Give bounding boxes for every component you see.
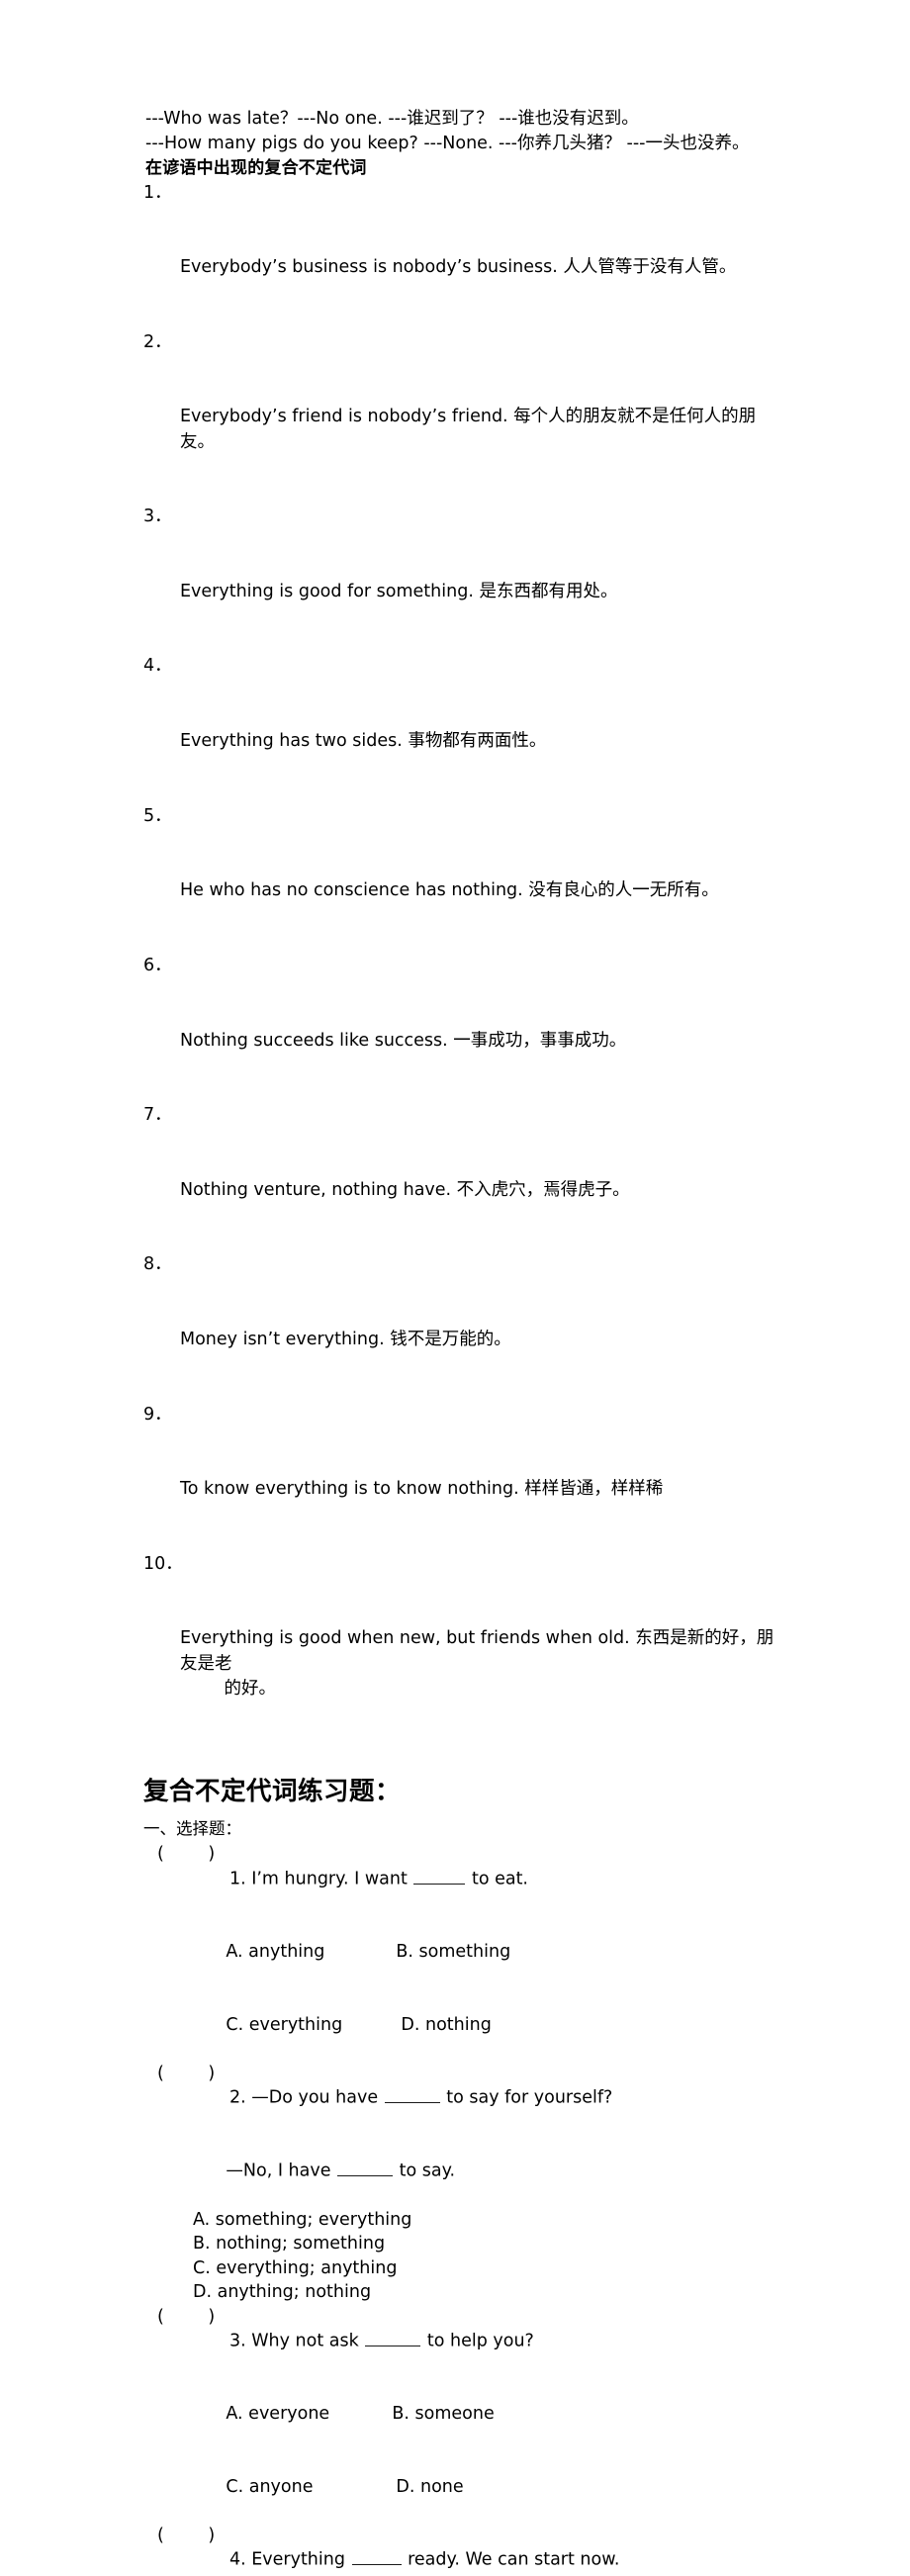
continuation-before: —No, I have: [226, 2161, 337, 2181]
item-text: He who has no conscience has nothing. 没有…: [180, 880, 719, 901]
answer-blank[interactable]: [337, 2159, 394, 2176]
dialogue-line-1: ---Who was late？---No one. ---谁迟到了？ ---谁…: [145, 109, 639, 129]
stem-text-after: to eat.: [466, 1869, 528, 1889]
item-number: 1．: [143, 182, 172, 203]
stem-text-before: 3. Why not ask: [224, 2331, 365, 2351]
dialogue-block: ---Who was late？---No one. ---谁迟到了？ ---谁…: [145, 107, 781, 156]
item-number: 10．: [143, 1553, 183, 1574]
item-text: Everything is good when new, but friends…: [180, 1628, 774, 1699]
question-continuation: —No, I have to say.: [143, 2135, 781, 2208]
list-item: 7． Nothing venture, nothing have. 不入虎穴，焉…: [143, 1103, 781, 1252]
item-number: 8．: [143, 1254, 172, 1275]
question-stem: ( ) 1. I’m hungry. I want to eat.: [143, 1842, 781, 1915]
option-d[interactable]: D. nothing: [401, 2013, 491, 2038]
page-title: 复合不定代词练习题：: [143, 1777, 402, 1807]
question-stem: ( ) 4. Everything ready. We can start no…: [143, 2524, 781, 2576]
answer-bracket[interactable]: ( ): [157, 2062, 215, 2086]
item-text: Nothing succeeds like success. 一事成功，事事成功…: [180, 1030, 627, 1051]
option-a[interactable]: A. something; everything: [193, 2208, 411, 2233]
option-d[interactable]: D. anything; nothing: [193, 2280, 371, 2305]
question-stem: ( ) 2. —Do you have to say for yourself?: [143, 2062, 781, 2135]
option-c[interactable]: C. anyone: [226, 2475, 396, 2500]
item-number: 9．: [143, 1404, 172, 1425]
list-item: 10． Everything is good when new, but fri…: [143, 1552, 781, 1752]
item-text: Everything has two sides. 事物都有两面性。: [180, 731, 547, 752]
stem-text-after: to say for yourself?: [440, 2087, 613, 2108]
question-stem: ( ) 3. Why not ask to help you?: [143, 2305, 781, 2378]
list-item: 5． He who has no conscience has nothing.…: [143, 804, 781, 954]
list-item: 2． Everybody’s friend is nobody’s friend…: [143, 330, 781, 505]
item-number: 6．: [143, 955, 172, 975]
option-d[interactable]: D. none: [396, 2475, 463, 2500]
list-item: 3． Everything is good for something. 是东西…: [143, 505, 781, 654]
answer-bracket[interactable]: ( ): [157, 2305, 215, 2330]
question-1: ( ) 1. I’m hungry. I want to eat. A. any…: [143, 1842, 781, 2061]
item-text: Everybody’s friend is nobody’s friend. 每…: [180, 407, 757, 452]
option-row: D. anything; nothing: [143, 2280, 781, 2305]
question-2: ( ) 2. —Do you have to say for yourself?…: [143, 2062, 781, 2305]
proverbs-section-heading: 在谚语中出现的复合不定代词: [145, 157, 367, 178]
option-b[interactable]: B. nothing; something: [193, 2232, 385, 2256]
item-text: Money isn’t everything. 钱不是万能的。: [180, 1329, 511, 1349]
list-item: 4． Everything has two sides. 事物都有两面性。: [143, 654, 781, 803]
option-b[interactable]: B. someone: [392, 2402, 494, 2427]
option-row: B. nothing; something: [143, 2232, 781, 2256]
option-a[interactable]: A. everyone: [226, 2402, 392, 2427]
document-page: ---Who was late？---No one. ---谁迟到了？ ---谁…: [0, 0, 910, 2570]
list-item: 9． To know everything is to know nothing…: [143, 1403, 781, 1552]
list-item: 8． Money isn’t everything. 钱不是万能的。: [143, 1252, 781, 1402]
item-number: 2．: [143, 331, 172, 352]
option-row: C. anyone D. none: [143, 2450, 781, 2524]
item-text: Everybody’s business is nobody’s busines…: [180, 257, 737, 278]
option-b[interactable]: B. something: [396, 1940, 510, 1965]
item-text: Everything is good for something. 是东西都有用…: [180, 581, 618, 601]
option-row: A. something; everything: [143, 2208, 781, 2233]
part-heading-multiple-choice: 一、选择题：: [143, 1819, 241, 1839]
item-number: 5．: [143, 805, 172, 826]
option-c[interactable]: C. everything; anything: [193, 2256, 397, 2281]
item-number: 7．: [143, 1105, 172, 1126]
item-text: Nothing venture, nothing have. 不入虎穴，焉得虎子…: [180, 1179, 630, 1200]
answer-bracket[interactable]: ( ): [157, 1842, 215, 1867]
stem-text-after: to help you?: [421, 2331, 534, 2351]
answer-blank[interactable]: [351, 2547, 402, 2566]
option-row: C. everything; anything: [143, 2256, 781, 2281]
question-3: ( ) 3. Why not ask to help you? A. every…: [143, 2305, 781, 2524]
item-number: 4．: [143, 656, 172, 677]
list-item: 6． Nothing succeeds like success. 一事成功，事…: [143, 954, 781, 1103]
stem-text-after: ready. We can start now.: [402, 2550, 620, 2571]
option-a[interactable]: A. anything: [226, 1940, 396, 1965]
dialogue-line-2: ---How many pigs do you keep? ---None. -…: [145, 133, 750, 153]
item-text: To know everything is to know nothing. 样…: [180, 1479, 664, 1500]
answer-blank[interactable]: [384, 2085, 440, 2103]
proverb-list: 1． Everybody’s business is nobody’s busi…: [143, 181, 781, 1752]
question-4: ( ) 4. Everything ready. We can start no…: [143, 2524, 781, 2576]
continuation-after: to say.: [394, 2161, 456, 2181]
option-row: C. everything D. nothing: [143, 1988, 781, 2062]
answer-bracket[interactable]: ( ): [157, 2524, 215, 2548]
answer-blank[interactable]: [413, 1867, 466, 1885]
item-number: 3．: [143, 506, 172, 527]
list-item: 1． Everybody’s business is nobody’s busi…: [143, 181, 781, 330]
option-c[interactable]: C. everything: [226, 2013, 401, 2038]
option-row: A. everyone B. someone: [143, 2378, 781, 2451]
stem-text-before: 4. Everything: [224, 2550, 351, 2571]
option-row: A. anything B. something: [143, 1916, 781, 1989]
stem-text-before: 1. I’m hungry. I want: [224, 1869, 413, 1889]
answer-blank[interactable]: [365, 2329, 421, 2346]
stem-text-before: 2. —Do you have: [224, 2087, 384, 2108]
